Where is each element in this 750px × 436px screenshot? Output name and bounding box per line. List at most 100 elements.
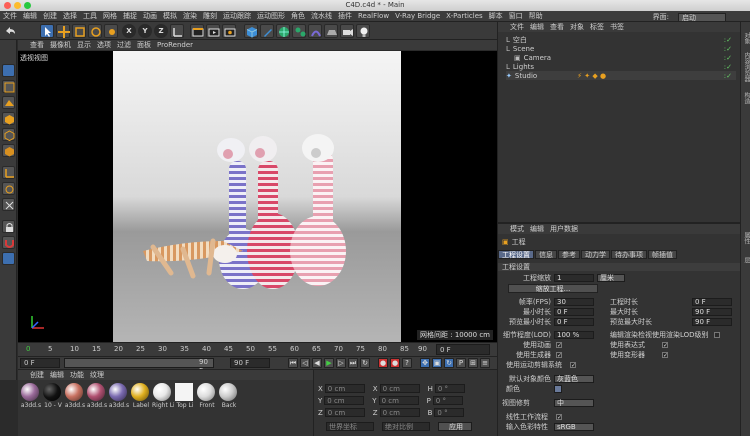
object-color-dropdown[interactable]: 灰蓝色 [554,374,594,383]
menu-vray[interactable]: V-Ray Bridge [395,12,440,20]
viewport-menu-options[interactable]: 选项 [97,40,111,50]
input-color-profile-dropdown[interactable]: sRGB [554,422,594,431]
snap-icon[interactable] [2,198,15,211]
size-y-field[interactable]: 0 cm [378,396,419,405]
menu-plugins[interactable]: 插件 [338,11,352,21]
edges-mode-icon[interactable] [2,128,15,142]
viewport-menu-display[interactable]: 显示 [77,40,91,50]
layout-dropdown[interactable]: 启动 [678,12,726,22]
subdivide-icon[interactable] [276,24,290,38]
material-menu-create[interactable]: 创建 [30,370,44,380]
material-item[interactable]: Right Li [152,383,174,409]
preview-max-field[interactable]: 90 F [692,317,732,326]
tab-dynamics[interactable]: 动力学 [581,250,610,259]
record-icon[interactable]: ● [378,358,388,368]
use-motion-system-checkbox[interactable]: ✓ [570,361,576,368]
keyframe-icon[interactable]: ? [402,358,412,368]
axis-mode-icon[interactable] [2,166,15,179]
pos-z-field[interactable]: 0 cm [324,408,365,417]
viewport-menu-cameras[interactable]: 摄像机 [50,40,71,50]
menu-motion-tracking[interactable]: 运动跟踪 [223,11,251,21]
attr-menu-mode[interactable]: 模式 [510,224,524,234]
visibility-icon[interactable]: :✓ [724,54,732,62]
tab-interpolation[interactable]: 帧插值 [648,250,677,259]
recent-icon[interactable] [104,24,118,38]
viewport-menu-prorender[interactable]: ProRender [157,41,193,49]
menu-script[interactable]: 脚本 [489,11,503,21]
material-menu-function[interactable]: 功能 [70,370,84,380]
lod-field[interactable]: 100 % [554,330,594,339]
param-key-icon[interactable]: P [456,358,466,368]
menu-file[interactable]: 文件 [3,11,17,21]
camera-icon[interactable] [340,24,354,38]
lock-icon[interactable] [2,220,15,233]
color-swatch[interactable] [554,384,562,393]
points-mode-icon[interactable] [2,112,15,125]
rot-h-field[interactable]: 0 ° [434,384,465,393]
render-settings-icon[interactable] [222,24,236,38]
y-axis-icon[interactable]: Y [138,24,152,38]
object-menu-objects[interactable]: 对象 [570,22,584,32]
object-row[interactable]: ▣ Camera :✓ [514,53,744,62]
use-animation-checkbox[interactable]: ✓ [556,341,562,348]
grid-icon[interactable] [2,252,15,265]
scale-icon[interactable] [72,24,86,38]
close-window-button[interactable] [4,2,11,9]
use-generators-checkbox[interactable]: ✓ [556,351,562,358]
end-frame-field[interactable]: 90 F [230,358,270,368]
use-expressions-checkbox[interactable]: ✓ [662,341,668,348]
rotate-key-icon[interactable]: ↻ [444,358,454,368]
visibility-icon[interactable]: :✓ [724,63,732,71]
max-time-field[interactable]: 90 F [692,307,732,316]
material-item[interactable]: a3dd.s [64,383,85,409]
menu-mograph[interactable]: 运动图形 [257,11,285,21]
select-icon[interactable] [40,24,54,38]
undo-icon[interactable] [3,24,17,38]
menu-select[interactable]: 选择 [63,11,77,21]
go-end-icon[interactable]: ⏭ [348,358,358,368]
menu-xparticles[interactable]: X-Particles [446,12,482,20]
project-scale-unit-dropdown[interactable]: 厘米 [597,273,625,282]
menu-pipeline[interactable]: 流水线 [311,11,332,21]
x-axis-icon[interactable]: X [122,24,136,38]
cloner-icon[interactable] [292,24,306,38]
render-lod-checkbox[interactable] [713,331,720,338]
tab-project-settings[interactable]: 工程设置 [498,250,534,259]
timeline-menu-icon[interactable]: ≡ [480,358,490,368]
material-item[interactable]: 10 - V [42,383,62,409]
material-item[interactable]: a3dd.s [108,383,129,409]
dock-tab-attributes[interactable]: 属性 [741,232,750,244]
current-frame-field[interactable]: 0 F [436,344,490,355]
object-menu-bookmarks[interactable]: 书签 [610,22,624,32]
menu-tools[interactable]: 工具 [83,11,97,21]
material-menu-texture[interactable]: 纹理 [90,370,104,380]
project-scale-field[interactable]: 1 [554,273,594,282]
material-item[interactable]: Label [130,383,150,409]
attr-menu-userdata[interactable]: 用户数据 [550,224,578,234]
visibility-icon[interactable]: :✓ [724,72,732,80]
linear-workflow-checkbox[interactable]: ✓ [556,413,562,420]
use-deformers-checkbox[interactable]: ✓ [662,351,668,358]
menu-render[interactable]: 渲染 [183,11,197,21]
object-row[interactable]: L Scene :✓ [506,44,736,53]
scale-key-icon[interactable]: ▣ [432,358,442,368]
menu-snap[interactable]: 捕捉 [123,11,137,21]
next-key-icon[interactable]: ▷ [336,358,346,368]
menu-simulate[interactable]: 模拟 [163,11,177,21]
material-item[interactable]: Back [218,383,238,409]
magnet-icon[interactable] [2,236,15,249]
z-axis-icon[interactable]: Z [154,24,168,38]
tag-icons[interactable]: ⚡ ✦ ◆ ● [577,72,606,80]
tweak-mode-icon[interactable] [2,182,15,195]
move-key-icon[interactable]: ✥ [420,358,430,368]
visibility-icon[interactable]: :✓ [724,36,732,44]
view-clipping-dropdown[interactable]: 中 [554,398,594,407]
fps-field[interactable]: 30 [554,297,594,306]
object-menu-tags[interactable]: 标签 [590,22,604,32]
material-item[interactable]: a3dd.s [20,383,41,409]
object-row[interactable]: ✦ Studio ⚡ ✦ ◆ ● :✓ [506,71,736,80]
prev-key-icon[interactable]: ◁ [300,358,310,368]
start-frame-field[interactable]: 0 F [20,358,60,368]
perspective-viewport[interactable]: 透视视图 网格间距: 10000 cm [18,51,497,342]
apply-button[interactable]: 应用 [438,422,472,431]
